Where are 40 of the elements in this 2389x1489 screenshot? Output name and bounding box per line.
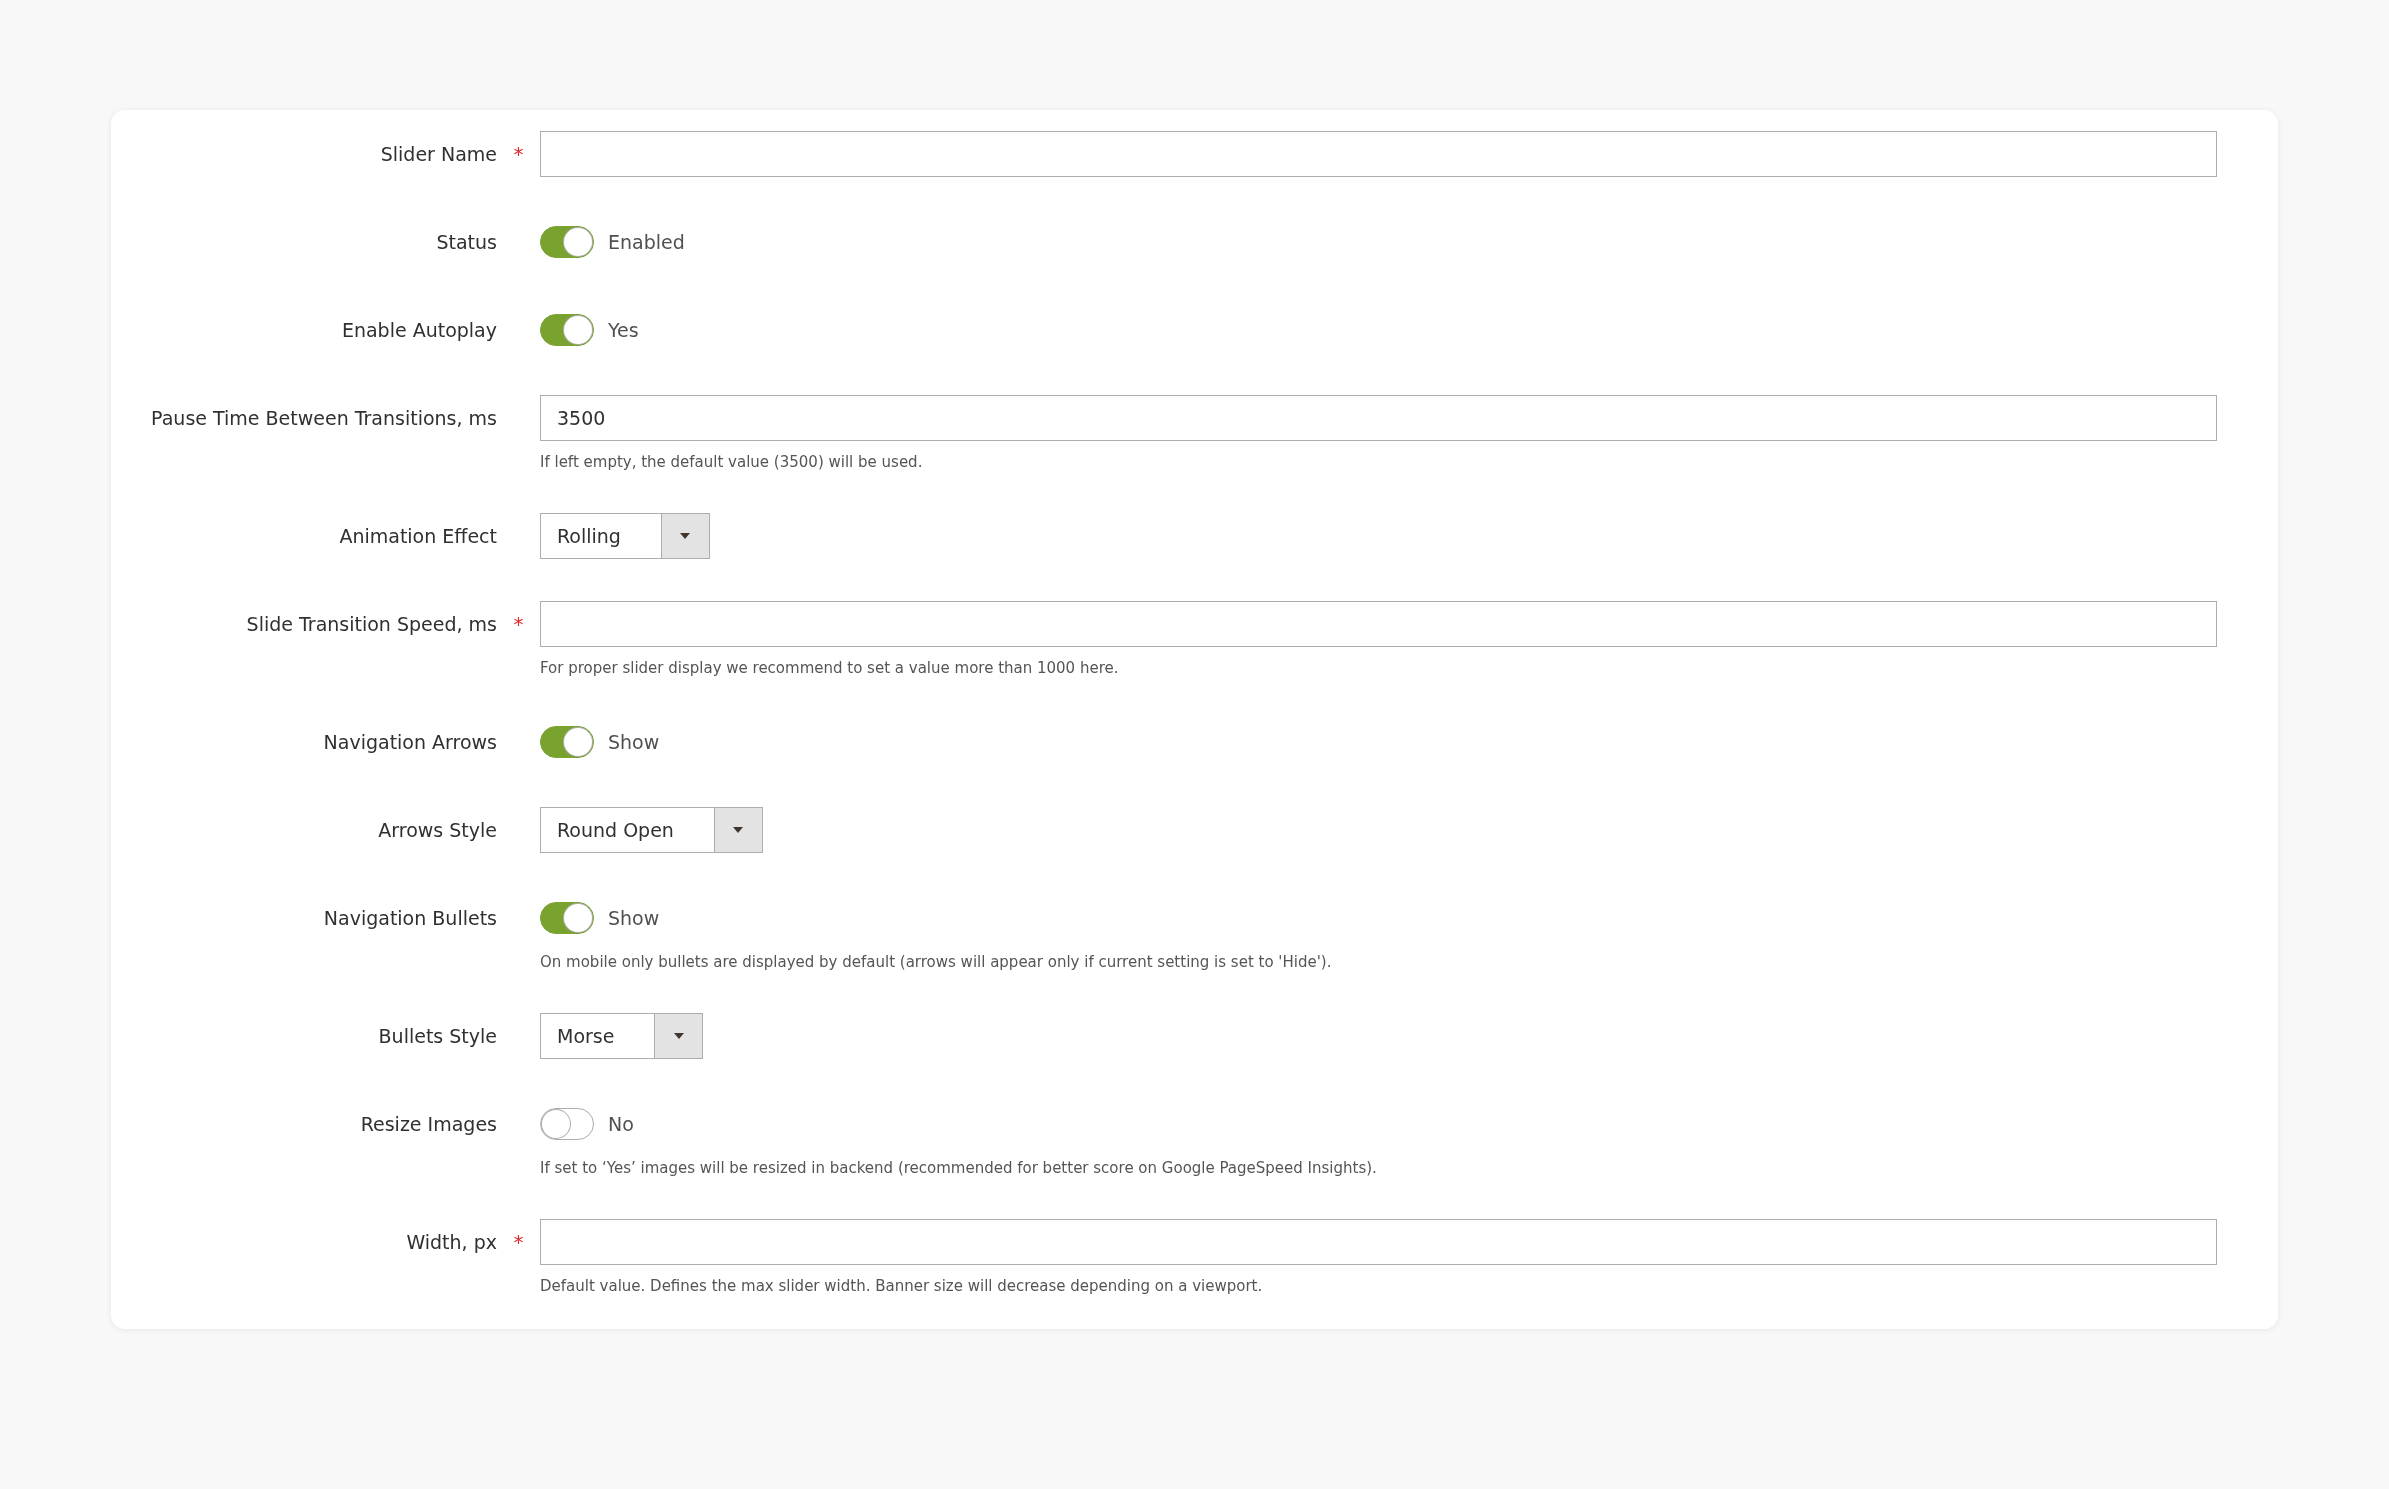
field-note: If left empty, the default value (3500) will be used. <box>540 453 924 471</box>
toggle-switch[interactable] <box>540 226 594 258</box>
required-mark: * <box>513 612 524 636</box>
field-label: Animation Effect <box>339 525 497 547</box>
toggle-switch[interactable] <box>540 1108 594 1140</box>
field-label: Slide Transition Speed, ms <box>246 613 497 635</box>
toggle-label: Yes <box>608 319 639 341</box>
field-label: Slider Name <box>380 143 497 165</box>
text-field[interactable] <box>540 1219 2217 1265</box>
field-label: Resize Images <box>360 1113 497 1135</box>
text-field[interactable] <box>540 131 2217 177</box>
toggle-label: Show <box>608 907 660 929</box>
caret-down-icon <box>673 1033 684 1039</box>
field-note: If set to ‘Yes’ images will be resized in backend (recommended for better score on Google PageSpeed Insights). <box>540 1159 1378 1177</box>
caret-down-icon <box>680 533 691 539</box>
toggle-switch[interactable] <box>540 314 594 346</box>
field-label: Width, px <box>406 1231 497 1253</box>
toggle-switch[interactable] <box>540 902 594 934</box>
dropdown[interactable]: Morse <box>540 1013 704 1059</box>
toggle-label: No <box>608 1113 634 1135</box>
text-field[interactable] <box>540 601 2217 647</box>
required-mark: * <box>513 142 524 166</box>
toggle-label: Show <box>608 731 660 753</box>
required-mark: * <box>513 1230 524 1254</box>
field-label: Pause Time Between Transitions, ms <box>151 407 497 429</box>
field-label: Arrows Style <box>378 819 497 841</box>
field-note: Default value. Defines the max slider width. Banner size will decrease depending on a viewport. <box>540 1277 1264 1295</box>
field-label: Navigation Arrows <box>323 731 497 753</box>
toggle-label: Enabled <box>608 231 685 253</box>
text-field[interactable]: 3500 <box>540 395 2217 441</box>
toggle-switch[interactable] <box>540 726 594 758</box>
field-label: Bullets Style <box>378 1025 497 1047</box>
caret-down-icon <box>733 827 744 833</box>
dropdown[interactable]: Round Open <box>540 807 763 853</box>
field-label: Status <box>436 231 497 253</box>
field-note: On mobile only bullets are displayed by default (arrows will appear only if current setting is set to 'Hide'). <box>540 953 1333 971</box>
field-label: Enable Autoplay <box>341 319 497 341</box>
field-note: For proper slider display we recommend to set a value more than 1000 here. <box>540 659 1120 677</box>
dropdown[interactable]: Rolling <box>540 513 710 559</box>
field-label: Navigation Bullets <box>323 907 497 929</box>
